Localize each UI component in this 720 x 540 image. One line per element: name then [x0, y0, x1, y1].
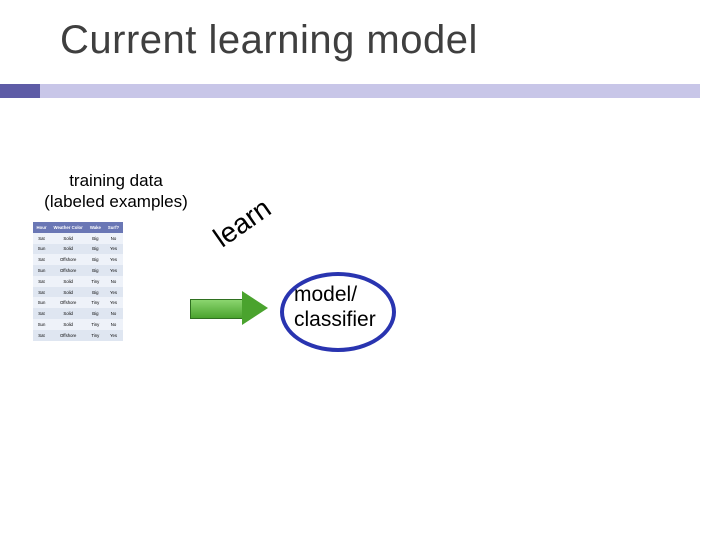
table-body: SatSolidBigNoSunSolidBigYesSatOffshoreBi…: [33, 233, 123, 341]
table-cell: Solid: [50, 276, 86, 287]
table-cell: Yes: [104, 265, 122, 276]
training-data-caption: training data (labeled examples): [26, 170, 206, 213]
table-cell: Sun: [33, 265, 50, 276]
th-1: Weather Color: [50, 222, 86, 233]
table-header-row: Hour Weather Color Wake Surf?: [33, 222, 123, 233]
table-cell: No: [104, 276, 122, 287]
table-cell: Big: [86, 244, 104, 255]
arrow-icon: [190, 291, 270, 325]
table-cell: Offshore: [50, 265, 86, 276]
table-row: SunOffshoreBigYes: [33, 265, 123, 276]
learn-label: learn: [208, 192, 277, 254]
table-row: SunSolidTinyNo: [33, 319, 123, 330]
table-cell: Yes: [104, 244, 122, 255]
table-row: SatSolidBigNo: [33, 233, 123, 244]
th-3: Surf?: [104, 222, 122, 233]
table-cell: Offshore: [50, 330, 86, 341]
title-rule-accent: [0, 84, 40, 98]
th-0: Hour: [33, 222, 50, 233]
table-cell: No: [104, 308, 122, 319]
table-row: SunSolidBigYes: [33, 244, 123, 255]
table-cell: Sun: [33, 244, 50, 255]
table-cell: Sun: [33, 297, 50, 308]
table-cell: Solid: [50, 233, 86, 244]
table-row: SatOffshoreTinyYes: [33, 330, 123, 341]
th-2: Wake: [86, 222, 104, 233]
table-cell: Sat: [33, 276, 50, 287]
table-cell: Tiny: [86, 319, 104, 330]
table-cell: Yes: [104, 254, 122, 265]
caption-line1: training data: [69, 171, 163, 190]
table-cell: Big: [86, 265, 104, 276]
table-cell: Tiny: [86, 330, 104, 341]
arrow-head: [242, 291, 268, 325]
slide: Current learning model training data (la…: [0, 0, 720, 540]
table-row: SatSolidTinyNo: [33, 276, 123, 287]
table-cell: Offshore: [50, 254, 86, 265]
table-cell: Big: [86, 254, 104, 265]
table-row: SunOffshoreTinyYes: [33, 297, 123, 308]
table-row: SatOffshoreBigYes: [33, 254, 123, 265]
table-cell: Sat: [33, 308, 50, 319]
model-line1: model/: [294, 283, 357, 306]
table-cell: Big: [86, 233, 104, 244]
table-cell: Tiny: [86, 297, 104, 308]
table-cell: No: [104, 319, 122, 330]
training-data-table: Hour Weather Color Wake Surf? SatSolidBi…: [33, 222, 123, 341]
table-cell: No: [104, 233, 122, 244]
page-title: Current learning model: [60, 18, 478, 63]
arrow-body: [190, 299, 244, 319]
table-cell: Big: [86, 308, 104, 319]
table-cell: Solid: [50, 287, 86, 298]
table-cell: Offshore: [50, 297, 86, 308]
caption-line2: (labeled examples): [44, 192, 188, 211]
table-cell: Yes: [104, 287, 122, 298]
table-cell: Solid: [50, 319, 86, 330]
table-row: SatSolidBigNo: [33, 308, 123, 319]
table-cell: Sat: [33, 233, 50, 244]
table-cell: Tiny: [86, 276, 104, 287]
table-cell: Sun: [33, 319, 50, 330]
table-cell: Yes: [104, 297, 122, 308]
table-cell: Sat: [33, 254, 50, 265]
table-cell: Solid: [50, 244, 86, 255]
table-cell: Yes: [104, 330, 122, 341]
table-cell: Solid: [50, 308, 86, 319]
table-cell: Sat: [33, 287, 50, 298]
table-cell: Sat: [33, 330, 50, 341]
table-row: SatSolidBigYes: [33, 287, 123, 298]
table-cell: Big: [86, 287, 104, 298]
model-classifier-label: model/ classifier: [294, 283, 414, 333]
model-line2: classifier: [294, 308, 376, 331]
title-rule: [0, 84, 700, 98]
